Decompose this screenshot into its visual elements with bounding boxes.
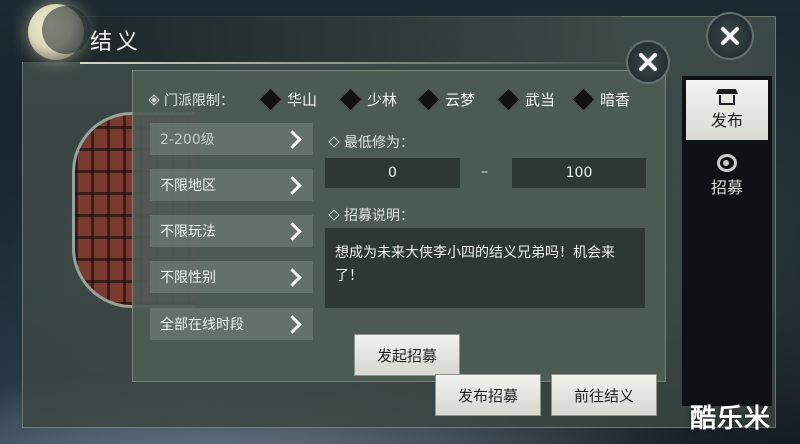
sect-option-label: 暗香 [600, 90, 631, 109]
online-time-select[interactable]: 全部在线时段 [150, 308, 313, 340]
sect-option-yunmeng[interactable]: 云梦 [416, 86, 476, 112]
checkbox-diamond-icon [416, 86, 441, 112]
sect-option-label: 华山 [287, 90, 318, 109]
chevron-right-icon [283, 175, 302, 195]
sect-option-label: 少林 [367, 90, 398, 109]
filter-label: 不限地区 [160, 178, 216, 194]
filter-label: 不限性别 [160, 270, 216, 286]
launch-recruit-button[interactable]: 发起招募 [354, 334, 460, 376]
sect-filter-label: 门派限制： [148, 90, 234, 110]
region-select[interactable]: 不限地区 [150, 169, 313, 201]
chevron-right-icon [283, 267, 302, 287]
diamond-bullet-icon [148, 94, 160, 106]
range-separator: – [481, 164, 488, 180]
gender-select[interactable]: 不限性别 [150, 261, 313, 293]
checkbox-diamond-icon [258, 86, 283, 112]
goto-sworn-button[interactable]: 前往结义 [551, 374, 657, 416]
swirl-icon [717, 154, 737, 172]
sect-option-shaolin[interactable]: 少林 [338, 86, 398, 112]
sect-option-wudang[interactable]: 武当 [496, 86, 556, 112]
sect-filter-label-text: 门派限制： [164, 93, 234, 109]
tab-label: 招募 [710, 178, 743, 197]
filter-label: 全部在线时段 [160, 317, 244, 333]
tab-recruit[interactable]: 招募 [686, 146, 768, 206]
house-icon [716, 89, 738, 105]
watermark: 酷乐米 [690, 404, 772, 434]
moon-emblem [28, 4, 90, 60]
chevron-right-icon [283, 314, 302, 334]
cultivation-label: 最低修为： [328, 132, 414, 152]
filter-label: 不限玩法 [160, 224, 216, 240]
tab-label: 发布 [710, 111, 743, 130]
close-panel-button[interactable] [626, 40, 670, 84]
filter-label: 2-200级 [160, 132, 215, 148]
sect-option-label: 云梦 [445, 90, 476, 109]
cultivation-label-text: 最低修为： [344, 135, 414, 151]
level-range-select[interactable]: 2-200级 [150, 123, 313, 155]
diamond-bullet-icon [328, 136, 340, 148]
checkbox-diamond-icon [496, 86, 521, 112]
description-label: 招募说明： [328, 205, 414, 225]
recruit-description-textarea[interactable]: 想成为未来大侠李小四的结义兄弟吗！机会来了！ [325, 228, 645, 308]
publish-recruit-button[interactable]: 发布招募 [435, 374, 541, 416]
sect-option-huashan[interactable]: 华山 [258, 86, 318, 112]
diamond-bullet-icon [328, 209, 340, 221]
sect-option-label: 武当 [525, 90, 556, 109]
cultivation-max-input[interactable]: 100 [512, 158, 646, 188]
close-icon [638, 52, 658, 72]
checkbox-diamond-icon [338, 86, 363, 112]
chevron-right-icon [283, 221, 302, 241]
sect-option-anxiang[interactable]: 暗香 [571, 86, 631, 112]
gameplay-select[interactable]: 不限玩法 [150, 215, 313, 247]
side-tab-bar: 发布 招募 [682, 76, 772, 406]
cultivation-min-input[interactable]: 0 [325, 158, 460, 188]
title-divider [80, 62, 640, 64]
checkbox-diamond-icon [571, 86, 596, 112]
tab-publish[interactable]: 发布 [686, 80, 768, 140]
close-icon [720, 26, 740, 46]
close-window-button[interactable] [706, 12, 754, 60]
chevron-right-icon [283, 129, 302, 149]
description-label-text: 招募说明： [344, 208, 414, 224]
page-title: 结义 [90, 30, 143, 55]
